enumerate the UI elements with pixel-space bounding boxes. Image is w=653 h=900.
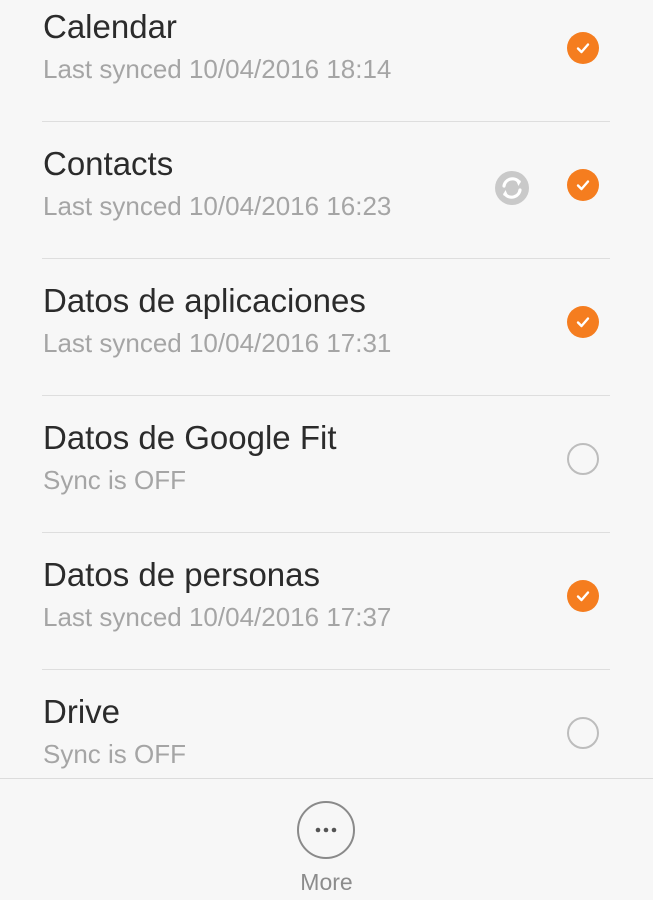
- sync-item-status: Last synced 10/04/2016 17:31: [43, 328, 392, 358]
- sync-item-title: Drive: [43, 693, 121, 730]
- sync-checkbox-contacts[interactable]: [567, 169, 599, 201]
- bottom-action-bar: More: [0, 778, 653, 900]
- sync-item-status: Sync is OFF: [43, 739, 187, 769]
- sync-item-status: Last synced 10/04/2016 16:23: [43, 191, 392, 221]
- sync-checkbox-drive[interactable]: [567, 717, 599, 749]
- sync-item-datos-de-personas[interactable]: Datos de personas Last synced 10/04/2016…: [0, 532, 653, 669]
- sync-item-title: Contacts: [43, 145, 174, 182]
- sync-checkbox-datos-de-google-fit[interactable]: [567, 443, 599, 475]
- sync-item-status: Last synced 10/04/2016 18:14: [43, 54, 392, 84]
- sync-item-status: Sync is OFF: [43, 465, 187, 495]
- more-dots-icon: [315, 827, 337, 833]
- check-icon: [576, 317, 590, 328]
- sync-item-datos-de-aplicaciones[interactable]: Datos de aplicaciones Last synced 10/04/…: [0, 258, 653, 395]
- more-button[interactable]: [297, 801, 355, 859]
- sync-item-contacts[interactable]: Contacts Last synced 10/04/2016 16:23: [0, 121, 653, 258]
- check-icon: [576, 591, 590, 602]
- sync-checkbox-datos-de-aplicaciones[interactable]: [567, 306, 599, 338]
- sync-item-title: Datos de personas: [43, 556, 321, 593]
- check-icon: [576, 43, 590, 54]
- sync-checkbox-calendar[interactable]: [567, 32, 599, 64]
- sync-settings-screen: Calendar Last synced 10/04/2016 18:14 Co…: [0, 0, 653, 900]
- sync-refresh-icon: [495, 171, 529, 205]
- check-icon: [576, 180, 590, 191]
- sync-item-datos-de-google-fit[interactable]: Datos de Google Fit Sync is OFF: [0, 395, 653, 532]
- sync-item-calendar[interactable]: Calendar Last synced 10/04/2016 18:14: [0, 0, 653, 121]
- sync-item-title: Datos de Google Fit: [43, 419, 337, 456]
- sync-item-title: Calendar: [43, 8, 177, 45]
- sync-item-title: Datos de aplicaciones: [43, 282, 366, 319]
- sync-item-status: Last synced 10/04/2016 17:37: [43, 602, 392, 632]
- sync-checkbox-datos-de-personas[interactable]: [567, 580, 599, 612]
- more-label[interactable]: More: [0, 869, 653, 896]
- sync-item-list: Calendar Last synced 10/04/2016 18:14 Co…: [0, 0, 653, 806]
